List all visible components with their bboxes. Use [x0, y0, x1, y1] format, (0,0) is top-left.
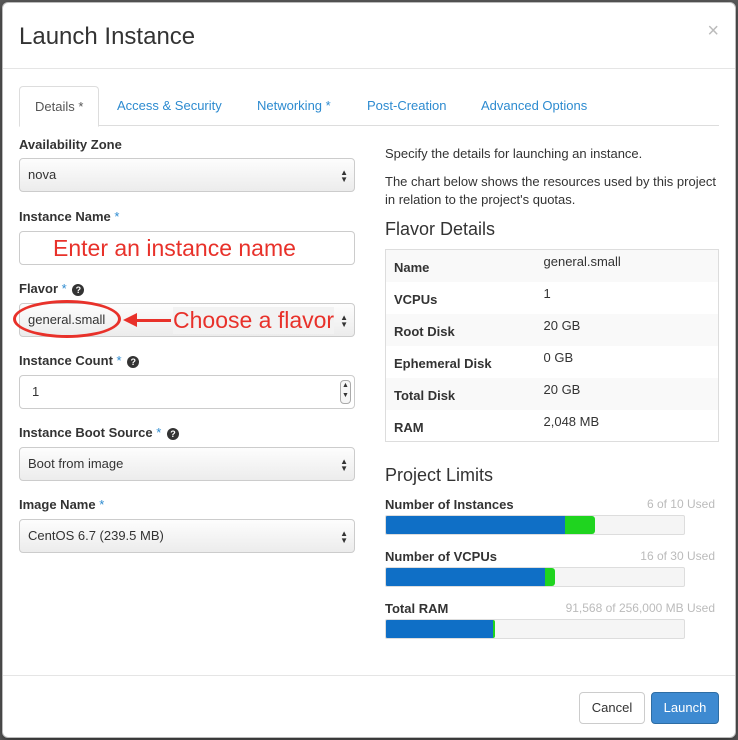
instance-count-value: 1	[32, 384, 40, 399]
required-marker: *	[61, 281, 67, 296]
required-marker: *	[116, 353, 122, 368]
instance-name-label-text: Instance Name	[19, 209, 111, 224]
description-text: Specify the details for launching an ins…	[385, 146, 643, 161]
tab-details[interactable]: Details *	[19, 86, 100, 127]
cancel-button[interactable]: Cancel	[579, 692, 645, 724]
boot-source-select[interactable]: Boot from image ▲ ▼	[19, 447, 355, 481]
table-row: RAM 2,048 MB	[386, 410, 719, 442]
required-marker: *	[99, 497, 105, 512]
image-name-label-text: Image Name	[19, 497, 96, 512]
dialog-title: Launch Instance	[19, 23, 196, 50]
flavor-label: Flavor * ?	[19, 281, 85, 296]
flavor-key: RAM	[394, 419, 424, 435]
table-row: VCPUs 1	[386, 282, 719, 314]
sort-arrows-icon: ▲ ▼	[340, 313, 348, 329]
dialog-header: Launch Instance ×	[3, 3, 735, 69]
flavor-value: 20 GB	[543, 317, 581, 333]
flavor-key: Root Disk	[394, 323, 455, 339]
flavor-value: 20 GB	[543, 381, 581, 397]
instance-name-label: Instance Name *	[19, 209, 119, 224]
instance-count-input[interactable]: 1 ▲ ▼	[19, 375, 355, 409]
question-circle-icon[interactable]: ?	[166, 428, 179, 440]
sort-arrows-icon: ▲ ▼	[340, 529, 348, 545]
flavor-key: Name	[394, 260, 430, 275]
boot-source-value: Boot from image	[28, 456, 124, 471]
limit-ram-label: Total RAM	[385, 601, 449, 616]
bar-used-fill	[386, 516, 565, 534]
availability-zone-label: Availability Zone	[19, 137, 122, 152]
annotation-arrow-line	[135, 319, 171, 322]
sort-arrows-icon: ▲ ▼	[340, 457, 348, 473]
flavor-value: 1	[543, 285, 551, 301]
availability-zone-value: nova	[28, 167, 57, 182]
flavor-key: VCPUs	[394, 291, 438, 307]
required-marker: *	[156, 425, 162, 440]
tab-bar: Details * Access & Security Networking *…	[19, 86, 719, 127]
annotation-choose-flavor: Choose a flavor	[173, 307, 335, 334]
question-circle-icon[interactable]: ?	[72, 284, 85, 296]
flavor-value: 0 GB	[543, 349, 574, 365]
spinner-arrows-icon[interactable]: ▲ ▼	[340, 380, 351, 404]
flavor-label-text: Flavor	[19, 281, 59, 296]
tab-post-creation[interactable]: Post-Creation	[367, 86, 446, 127]
tab-access-security[interactable]: Access & Security	[117, 86, 222, 127]
table-row: Root Disk 20 GB	[385, 313, 719, 346]
bar-added-fill	[564, 516, 595, 534]
question-circle-icon[interactable]: ?	[127, 356, 140, 368]
bar-added-fill	[544, 568, 555, 586]
bar-used-fill	[386, 568, 545, 586]
quota-description-text: The chart below shows the resources used…	[385, 174, 716, 207]
sort-arrows-icon: ▲ ▼	[340, 168, 348, 184]
annotation-enter-instance-name: Enter an instance name	[53, 235, 296, 261]
image-name-value: CentOS 6.7 (239.5 MB)	[28, 528, 164, 543]
limit-instances-bar	[385, 515, 685, 535]
limit-ram-bar	[385, 619, 685, 639]
limit-vcpus-bar	[385, 567, 685, 587]
boot-source-label: Instance Boot Source * ?	[19, 425, 179, 440]
limit-vcpus-used: 16 of 30 Used	[640, 549, 715, 563]
limit-vcpus-label: Number of VCPUs	[385, 549, 497, 564]
flavor-details-title: Flavor Details	[385, 219, 496, 239]
limit-instances-label: Number of Instances	[385, 497, 514, 512]
limit-instances-used: 6 of 10 Used	[646, 497, 715, 511]
image-name-label: Image Name *	[19, 497, 104, 512]
close-icon[interactable]: ×	[707, 21, 719, 41]
launch-button[interactable]: Launch	[651, 692, 719, 724]
project-limits-title: Project Limits	[385, 465, 494, 485]
flavor-key: Total Disk	[394, 387, 456, 403]
bar-added-fill	[492, 620, 496, 638]
required-marker: *	[114, 209, 120, 224]
instance-count-label-text: Instance Count	[19, 353, 113, 368]
instance-count-label: Instance Count * ?	[19, 353, 140, 368]
flavor-value: 2,048 MB	[543, 413, 600, 429]
boot-source-label-text: Instance Boot Source	[19, 425, 153, 440]
image-name-select[interactable]: CentOS 6.7 (239.5 MB) ▲ ▼	[19, 519, 355, 553]
availability-zone-select[interactable]: nova ▲ ▼	[19, 158, 355, 192]
annotation-circle	[13, 300, 121, 338]
tab-networking[interactable]: Networking *	[257, 86, 331, 127]
bar-used-fill	[386, 620, 493, 638]
table-row: Total Disk 20 GB	[385, 377, 719, 410]
flavor-value: general.small	[543, 254, 621, 269]
launch-instance-dialog: Launch Instance × Details * Access & Sec…	[2, 2, 736, 738]
flavor-details-table: Name general.small VCPUs 1 Root Disk 20 …	[385, 249, 719, 442]
tab-advanced-options[interactable]: Advanced Options	[481, 86, 587, 127]
table-row: Ephemeral Disk 0 GB	[386, 346, 719, 378]
flavor-key: Ephemeral Disk	[394, 355, 492, 371]
availability-zone-label-text: Availability Zone	[19, 137, 122, 152]
table-row: Name general.small	[385, 249, 719, 282]
dialog-footer: Cancel Launch	[3, 675, 735, 739]
limit-ram-used: 91,568 of 256,000 MB Used	[565, 601, 715, 615]
